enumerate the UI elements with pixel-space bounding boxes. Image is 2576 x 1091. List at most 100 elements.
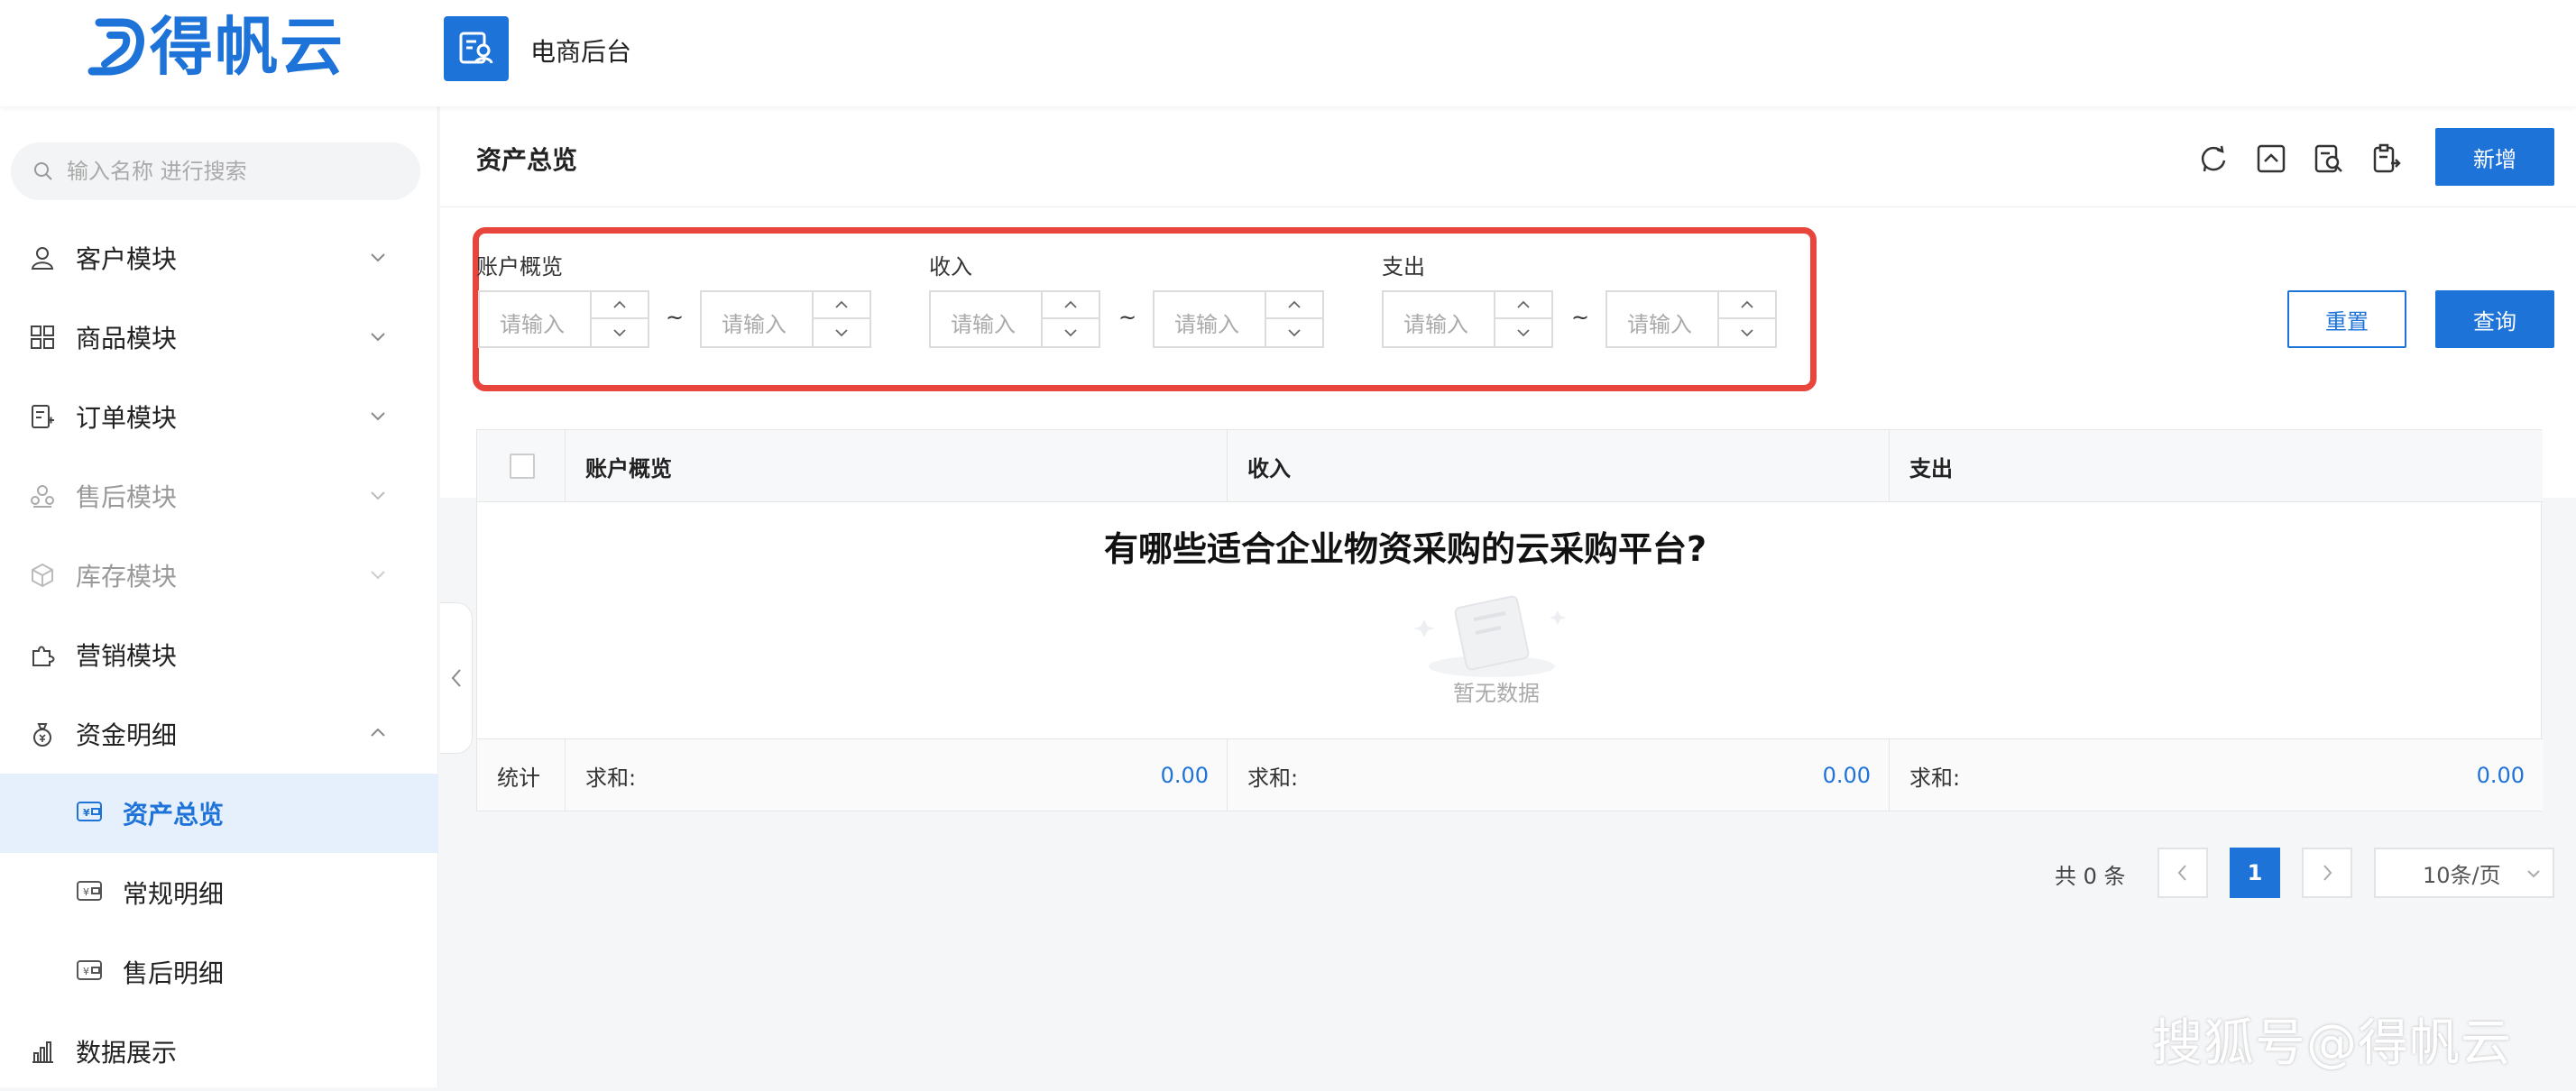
select-all-checkbox[interactable] (510, 454, 535, 479)
empty-data-text: 暂无数据 (1453, 681, 1540, 706)
sidebar-item-funds[interactable]: 资金明细 (0, 694, 438, 774)
income-max-input[interactable]: 请输入 (1153, 290, 1324, 348)
sidebar-subitem-aftersale-detail[interactable]: ¥ 售后明细 (0, 932, 438, 1012)
page-header: 资产总览 新增 (440, 106, 2576, 207)
decrement-button[interactable] (1495, 319, 1551, 346)
wallet-icon: ¥ (76, 958, 103, 986)
search-input[interactable] (67, 159, 391, 184)
sidebar-subitem-label: 常规明细 (123, 879, 225, 909)
sidebar-item-aftersale[interactable]: 售后模块 (0, 456, 438, 536)
sidebar-item-label: 数据展示 (76, 1038, 178, 1068)
increment-button[interactable] (1495, 292, 1551, 319)
cube-icon (29, 562, 56, 589)
chevron-down-icon (1064, 329, 1077, 337)
sidebar: 客户模块 商品模块 订单模块 售后模块 库存模块 营销模块 (0, 106, 438, 1087)
svg-text:¥: ¥ (83, 807, 90, 819)
page-title: 资产总览 (476, 145, 578, 175)
app-icon[interactable] (444, 16, 509, 81)
sidebar-item-data-display[interactable]: 数据展示 (0, 1012, 438, 1091)
increment-button[interactable] (1266, 292, 1322, 319)
chevron-up-icon (835, 300, 848, 308)
chevron-up-icon (613, 300, 626, 308)
sidebar-item-inventory[interactable]: 库存模块 (0, 536, 438, 615)
input-placeholder: 请输入 (1627, 312, 1692, 337)
sidebar-subitem-label: 资产总览 (123, 800, 225, 830)
sum-value: 0.00 (1160, 763, 1209, 788)
reset-button[interactable]: 重置 (2287, 290, 2406, 348)
sidebar-item-product[interactable]: 商品模块 (0, 298, 438, 377)
decrement-button[interactable] (1266, 319, 1322, 346)
increment-button[interactable] (1043, 292, 1099, 319)
sidebar-item-marketing[interactable]: 营销模块 (0, 615, 438, 694)
sidebar-collapse-toggle[interactable] (440, 602, 473, 754)
overlay-title: 有哪些适合企业物资采购的云采购平台? (1103, 529, 1707, 569)
sidebar-subitem-label: 售后明细 (123, 958, 225, 988)
chevron-up-icon (1288, 300, 1301, 308)
logo-text: 得帆云 (150, 10, 345, 84)
decrement-button[interactable] (1043, 319, 1099, 346)
sidebar-item-order[interactable]: 订单模块 (0, 377, 438, 456)
user-icon (29, 244, 56, 271)
page-size-select[interactable]: 10条/页 (2374, 848, 2554, 898)
prev-page-button[interactable] (2157, 848, 2208, 898)
chevron-down-icon (1741, 329, 1753, 337)
increment-button[interactable] (1719, 292, 1775, 319)
decrement-button[interactable] (592, 319, 648, 346)
number-stepper (590, 292, 648, 346)
chevron-down-icon (613, 329, 626, 337)
brand-logo[interactable]: 得帆云 (87, 11, 345, 83)
decrement-button[interactable] (814, 319, 869, 346)
refresh-icon[interactable] (2195, 141, 2231, 177)
svg-text:¥: ¥ (83, 886, 89, 898)
chevron-down-icon (371, 333, 385, 342)
income-min-input[interactable]: 请输入 (929, 290, 1100, 348)
table-header: 账户概览 收入 支出 (477, 430, 2543, 502)
chevron-down-icon (2527, 870, 2540, 878)
sidebar-subitem-asset-overview[interactable]: ¥ 资产总览 (0, 774, 438, 853)
range-separator: ~ (666, 305, 685, 330)
column-header-expense[interactable]: 支出 (1890, 430, 2543, 502)
page-number-button[interactable]: 1 (2230, 848, 2280, 898)
page-size-value: 10条/页 (2423, 862, 2501, 888)
summary-label: 统计 (477, 739, 566, 811)
sum-label: 求和: (1247, 765, 1299, 791)
increment-button[interactable] (814, 292, 869, 319)
input-placeholder: 请输入 (1174, 312, 1239, 337)
aftersale-icon (29, 482, 56, 509)
export-document-icon[interactable] (2369, 141, 2405, 177)
next-page-button[interactable] (2302, 848, 2352, 898)
account-max-input[interactable]: 请输入 (700, 290, 871, 348)
number-stepper (1041, 292, 1099, 346)
add-button[interactable]: 新增 (2435, 128, 2554, 186)
sidebar-item-label: 客户模块 (76, 244, 178, 274)
money-bag-icon (29, 720, 56, 747)
expense-min-input[interactable]: 请输入 (1382, 290, 1553, 348)
sidebar-item-label: 库存模块 (76, 562, 178, 591)
collapse-filter-icon[interactable] (2253, 141, 2289, 177)
pagination-total: 共 0 条 (2055, 864, 2126, 889)
chevron-up-icon (371, 728, 385, 737)
chevron-up-icon (1064, 300, 1077, 308)
chevron-down-icon (371, 571, 385, 580)
range-separator: ~ (1571, 305, 1590, 330)
chevron-down-icon (371, 253, 385, 262)
column-header-income[interactable]: 收入 (1228, 430, 1890, 502)
sidebar-subitem-regular-detail[interactable]: ¥ 常规明细 (0, 853, 438, 932)
chevron-down-icon (1517, 329, 1530, 337)
input-placeholder: 请输入 (722, 312, 787, 337)
sidebar-item-customer[interactable]: 客户模块 (0, 218, 438, 298)
sum-value: 0.00 (1822, 763, 1871, 788)
expense-max-input[interactable]: 请输入 (1605, 290, 1777, 348)
decrement-button[interactable] (1719, 319, 1775, 346)
sidebar-item-label: 商品模块 (76, 324, 178, 353)
range-separator: ~ (1118, 305, 1137, 330)
account-min-input[interactable]: 请输入 (478, 290, 649, 348)
number-stepper (1717, 292, 1775, 346)
increment-button[interactable] (592, 292, 648, 319)
sidebar-search[interactable] (11, 142, 420, 200)
column-header-account[interactable]: 账户概览 (566, 430, 1228, 502)
logo-mark-icon (87, 18, 144, 76)
query-button[interactable]: 查询 (2435, 290, 2554, 348)
search-document-icon[interactable] (2311, 141, 2347, 177)
search-icon (34, 162, 52, 180)
